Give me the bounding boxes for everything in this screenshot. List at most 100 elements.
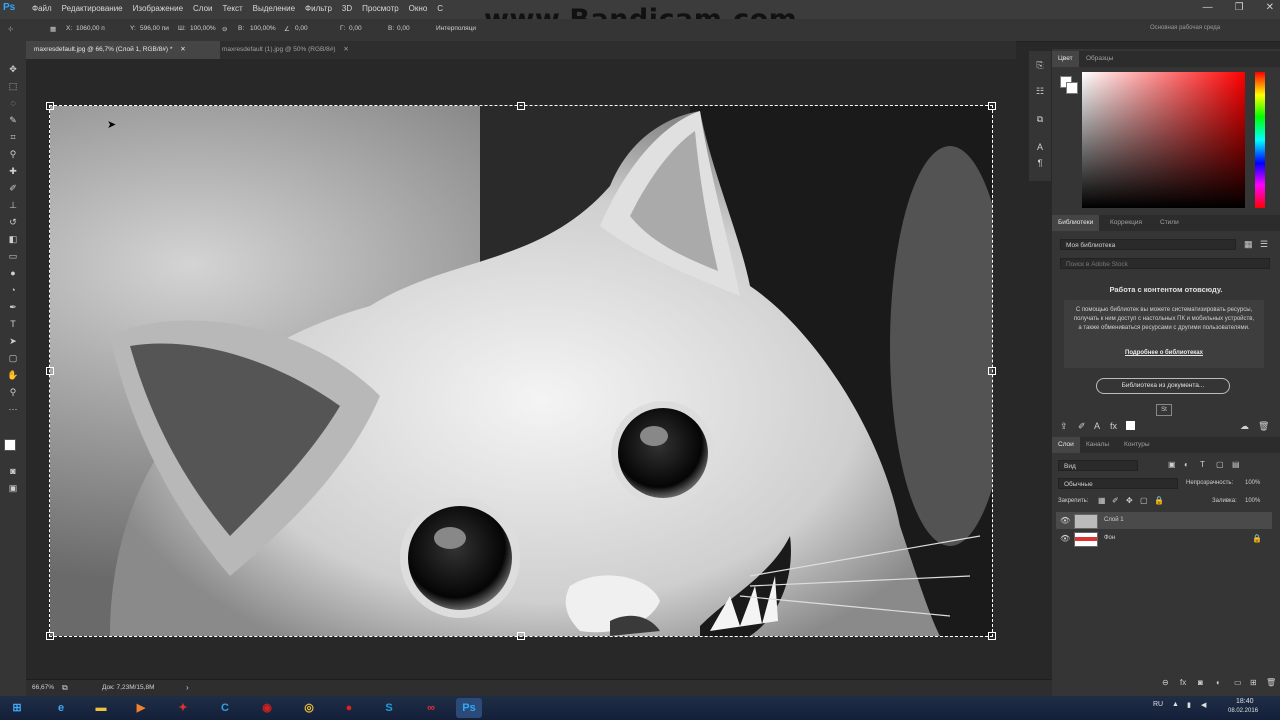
tab-document-1[interactable]: maxresdefault.jpg @ 66,7% (Слой 1, RGB/8… [26, 41, 220, 59]
tab-document-2[interactable]: maxresdefault (1).jpg @ 50% (RGB/8#) ✕ [214, 41, 357, 59]
screen-mode-icon[interactable]: ▣ [6, 482, 20, 495]
menu-filter[interactable]: Фильтр [305, 4, 332, 13]
height-input[interactable]: 100,00% [250, 25, 276, 32]
transform-handle-icon[interactable] [988, 632, 996, 640]
cloud-sync-icon[interactable]: ☁ [1240, 421, 1249, 432]
lock-artboard-icon[interactable]: ▢ [1140, 496, 1148, 505]
chrome-icon[interactable]: ◎ [296, 698, 322, 718]
blur-tool-icon[interactable]: ● [6, 267, 20, 280]
move-tool-icon[interactable]: ✥ [6, 63, 20, 76]
export-icon[interactable]: ⧉ [62, 683, 68, 693]
opera-icon[interactable]: ◉ [254, 698, 280, 718]
menu-view[interactable]: Просмотр [362, 4, 399, 13]
visibility-eye-icon[interactable]: 👁 [1060, 512, 1070, 529]
new-adjustment-icon[interactable]: ◐ [1216, 678, 1221, 687]
internet-explorer-icon[interactable]: e [48, 698, 74, 718]
color-picker-field[interactable] [1082, 72, 1245, 208]
add-mask-icon[interactable]: ◙ [1198, 678, 1203, 687]
trash-icon[interactable]: 🗑 [1258, 421, 1269, 432]
visibility-eye-icon[interactable]: 👁 [1060, 530, 1070, 547]
eyedropper-tool-icon[interactable]: ⚲ [6, 148, 20, 161]
healing-tool-icon[interactable]: ✚ [6, 165, 20, 178]
document-canvas-image[interactable] [49, 105, 993, 637]
network-icon[interactable]: ▮ [1187, 701, 1191, 709]
tool-preset-icon[interactable]: ⊹ [8, 25, 13, 33]
gradient-tool-icon[interactable]: ▭ [6, 250, 20, 263]
tab-close-icon[interactable]: ✕ [180, 46, 185, 53]
filter-type-icon[interactable]: T [1200, 460, 1205, 469]
tab-layers[interactable]: Слои [1052, 437, 1080, 453]
library-from-document-button[interactable]: Библиотека из документа... [1096, 378, 1230, 394]
tab-styles[interactable]: Стили [1154, 215, 1185, 231]
lock-all-icon[interactable]: 🔒 [1154, 496, 1164, 505]
minimize-button[interactable]: — [1203, 2, 1213, 13]
crop-tool-icon[interactable]: ⌗ [6, 131, 20, 144]
tab-close-icon[interactable]: ✕ [343, 46, 348, 53]
layer-row-layer-1[interactable]: 👁 Слой 1 [1056, 512, 1272, 529]
blend-mode-dropdown[interactable]: Обычные [1058, 478, 1178, 489]
x-position-input[interactable]: 1060,00 п [76, 25, 105, 32]
menu-type[interactable]: Текст [222, 4, 242, 13]
hand-tool-icon[interactable]: ✋ [6, 369, 20, 382]
quick-mask-icon[interactable]: ◙ [6, 465, 20, 478]
transform-handle-icon[interactable] [517, 632, 525, 640]
add-color-icon[interactable] [1126, 421, 1135, 430]
type-tool-icon[interactable]: T [6, 318, 20, 331]
add-style-icon[interactable]: fx [1180, 678, 1186, 687]
lock-position-icon[interactable]: ✥ [1126, 496, 1133, 505]
history-panel-icon[interactable]: ⎘ [1033, 59, 1047, 72]
bandicam-icon[interactable]: C [212, 698, 238, 718]
tab-libraries[interactable]: Библиотеки [1052, 215, 1100, 231]
brush-asset-icon[interactable]: ✐ [1078, 421, 1086, 432]
file-explorer-icon[interactable]: ▬ [88, 698, 114, 718]
marquee-tool-icon[interactable]: ⬚ [6, 80, 20, 93]
menu-image[interactable]: Изображение [133, 4, 183, 13]
tab-adjustments[interactable]: Коррекция [1104, 215, 1148, 231]
tray-arrow-icon[interactable]: ▲ [1172, 701, 1179, 708]
ccleaner-icon[interactable]: ✦ [170, 698, 196, 718]
y-position-input[interactable]: 596,00 пи [140, 25, 169, 32]
lock-pixels-icon[interactable]: ✐ [1112, 496, 1119, 505]
opacity-input[interactable]: 100% [1245, 480, 1260, 486]
stock-search-input[interactable]: Поиск в Adobe Stock [1060, 258, 1270, 269]
delete-layer-icon[interactable]: 🗑 [1266, 678, 1276, 687]
status-menu-arrow[interactable]: › [186, 683, 189, 692]
history-brush-icon[interactable]: ↺ [6, 216, 20, 229]
maximize-button[interactable]: ❐ [1235, 2, 1244, 13]
fill-input[interactable]: 100% [1245, 498, 1260, 504]
filter-shape-icon[interactable]: ▢ [1216, 460, 1224, 469]
tab-swatches[interactable]: Образцы [1080, 51, 1119, 67]
close-button[interactable]: ✕ [1266, 2, 1274, 13]
brush-tool-icon[interactable]: ✐ [6, 182, 20, 195]
volume-icon[interactable]: ◀ [1201, 701, 1206, 709]
transform-handle-icon[interactable] [46, 102, 54, 110]
clock-time[interactable]: 18:40 [1236, 698, 1254, 705]
tab-color[interactable]: Цвет [1052, 51, 1079, 67]
menu-file[interactable]: Файл [32, 4, 52, 13]
panel-background-swatch[interactable] [1066, 82, 1078, 94]
lasso-tool-icon[interactable]: ◌ [6, 97, 20, 110]
character-panel-icon[interactable]: A [1033, 141, 1047, 154]
transform-handle-icon[interactable] [517, 102, 525, 110]
tab-paths[interactable]: Контуры [1118, 437, 1156, 453]
transform-handle-icon[interactable] [46, 367, 54, 375]
dodge-tool-icon[interactable]: ◔ [6, 284, 20, 297]
hue-slider[interactable] [1255, 72, 1265, 208]
menu-layers[interactable]: Слои [193, 4, 212, 13]
upload-icon[interactable]: ⇪ [1060, 421, 1068, 432]
more-tools-icon[interactable]: ⋯ [6, 403, 20, 416]
menu-3d[interactable]: 3D [342, 4, 352, 13]
input-language[interactable]: RU [1153, 701, 1163, 708]
width-input[interactable]: 100,00% [190, 25, 216, 32]
tab-channels[interactable]: Каналы [1080, 437, 1115, 453]
pen-tool-icon[interactable]: ✒ [6, 301, 20, 314]
transform-handle-icon[interactable] [46, 632, 54, 640]
eraser-tool-icon[interactable]: ◧ [6, 233, 20, 246]
layer-row-background[interactable]: 👁 Фон 🔒 [1056, 530, 1272, 547]
properties-panel-icon[interactable]: ☷ [1033, 85, 1047, 98]
menu-edit[interactable]: Редактирование [62, 4, 123, 13]
menu-select[interactable]: Выделение [253, 4, 295, 13]
clone-source-panel-icon[interactable]: ⧉ [1033, 113, 1047, 126]
v-skew-input[interactable]: 0,00 [397, 25, 410, 32]
new-group-icon[interactable]: ▭ [1234, 678, 1242, 687]
